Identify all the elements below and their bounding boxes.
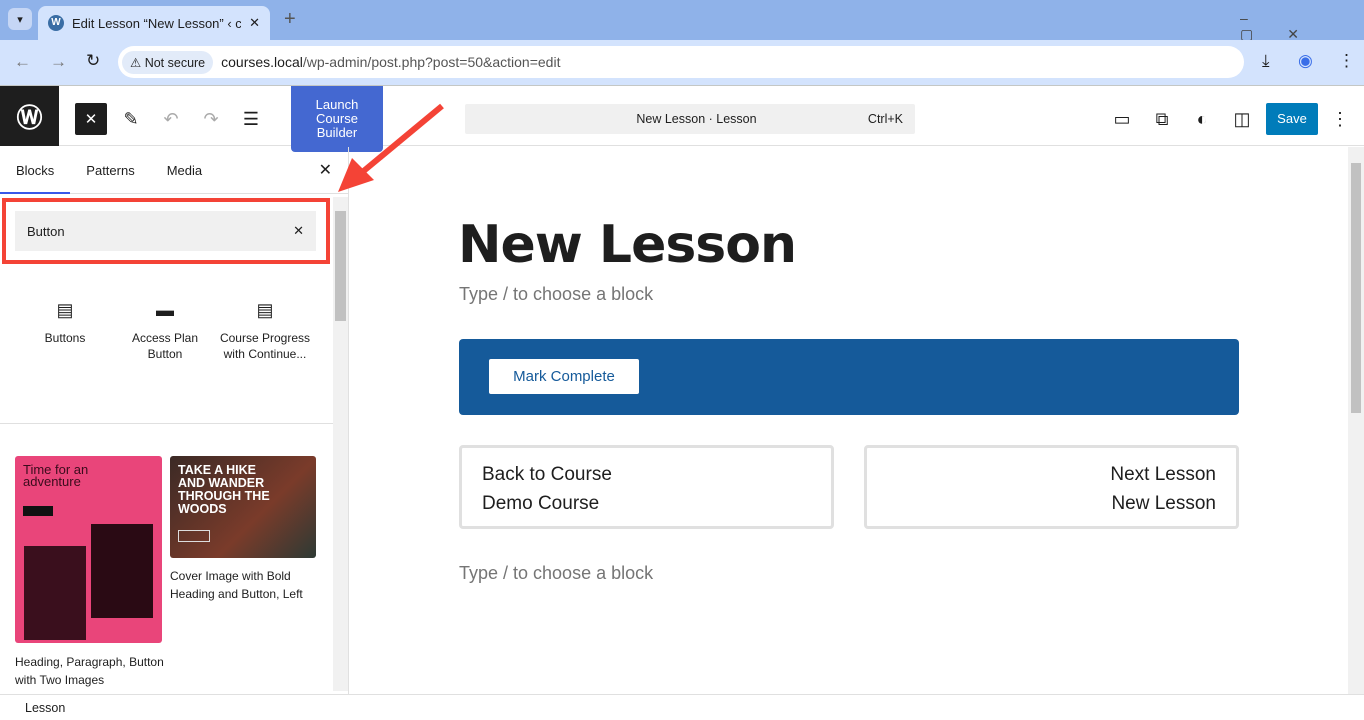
extension-icon[interactable]: ◉ [1298, 51, 1313, 71]
editor-toolbar: Ⓦ ✕ ✎ ↶ ↷ ☰ Launch Course Builder New Le… [0, 86, 1364, 152]
tab-title: Edit Lesson “New Lesson” ‹ cou [72, 15, 242, 31]
nav-title: New Lesson [1111, 493, 1216, 514]
pattern-label: Cover Image with Bold Heading and Button… [170, 569, 303, 601]
close-inserter-icon[interactable]: ✕ [75, 103, 107, 135]
undo-icon[interactable]: ↶ [158, 103, 184, 135]
wordpress-logo-icon[interactable]: Ⓦ [0, 86, 59, 146]
editor-canvas: New Lesson Type / to choose a block Mark… [350, 147, 1348, 694]
window-controls[interactable]: –▢✕ [1240, 10, 1364, 43]
nav-label: Back to Course [482, 464, 612, 485]
pattern-preview-cover[interactable]: TAKE A HIKE AND WANDER THROUGH THE WOODS [170, 456, 316, 558]
save-button[interactable]: Save [1266, 103, 1318, 135]
breadcrumb-item[interactable]: Lesson [25, 701, 65, 715]
security-label: Not secure [144, 55, 206, 70]
pattern-preview-text: Time for an adventure [23, 462, 89, 489]
canvas-scrollbar[interactable] [1348, 147, 1364, 694]
back-icon[interactable]: ← [14, 52, 31, 72]
block-buttons[interactable]: ▤ Buttons [15, 300, 115, 362]
block-label: Access Plan Button [131, 331, 199, 361]
settings-sidebar-icon[interactable]: ◫ [1230, 104, 1254, 134]
command-palette-button[interactable]: New Lesson · Lesson Ctrl+K [465, 104, 915, 134]
external-view-icon[interactable]: ⧉ [1150, 104, 1174, 134]
nav-title: Demo Course [482, 493, 600, 514]
block-placeholder[interactable]: Type / to choose a block [459, 284, 653, 305]
url-host: courses.local [221, 54, 303, 70]
pencil-tools-icon[interactable]: ✎ [118, 103, 144, 135]
shortcut-hint: Ctrl+K [867, 112, 903, 126]
buttons-icon: ▤ [56, 300, 74, 320]
forward-icon[interactable]: → [50, 52, 67, 72]
buttons-icon: ▤ [256, 300, 274, 320]
block-label: Buttons [44, 331, 86, 345]
block-placeholder[interactable]: Type / to choose a block [459, 563, 653, 584]
next-lesson-link[interactable]: Next Lesson New Lesson [864, 445, 1239, 529]
pattern-label: Heading, Paragraph, Button with Two Imag… [15, 655, 164, 687]
nav-label: Next Lesson [1110, 464, 1216, 485]
preview-device-icon[interactable]: ▭ [1110, 104, 1134, 134]
new-tab-icon[interactable]: + [284, 8, 296, 31]
tab-list-icon[interactable]: ▾ [8, 8, 32, 30]
tab-patterns[interactable]: Patterns [70, 147, 150, 194]
redo-icon[interactable]: ↷ [198, 103, 224, 135]
security-chip[interactable]: ⚠ Not secure [122, 50, 214, 74]
options-icon[interactable]: ⋮ [1330, 104, 1350, 134]
back-to-course-link[interactable]: Back to Course Demo Course [459, 445, 834, 529]
clear-search-icon[interactable]: ✕ [293, 223, 304, 239]
menu-icon[interactable]: ⋮ [1338, 51, 1355, 71]
browser-tab[interactable]: W Edit Lesson “New Lesson” ‹ cou ✕ [38, 6, 270, 40]
browser-tab-bar: ▾ W Edit Lesson “New Lesson” ‹ cou ✕ + –… [0, 0, 1364, 43]
lesson-complete-banner: Mark Complete [459, 339, 1239, 415]
block-search-input[interactable]: Button ✕ [15, 211, 316, 251]
button-icon: ▬ [156, 300, 174, 320]
list-view-icon[interactable]: ☰ [238, 103, 264, 135]
tab-blocks[interactable]: Blocks [0, 147, 71, 194]
pattern-preview-text: TAKE A HIKE AND WANDER THROUGH THE WOODS [178, 463, 270, 516]
block-label: Course Progress with Continue... [219, 331, 311, 361]
url-field[interactable]: ⚠ Not secure courses.local/wp-admin/post… [118, 46, 1244, 78]
post-title[interactable]: New Lesson [458, 215, 797, 275]
wordpress-favicon-icon: W [48, 15, 64, 31]
download-icon[interactable]: ⤓ [1262, 51, 1270, 71]
pattern-preview-two-images[interactable]: Time for an adventure [15, 456, 162, 643]
document-title: New Lesson · Lesson [636, 112, 757, 126]
block-course-progress[interactable]: ▤ Course Progress with Continue... [215, 300, 315, 362]
mark-complete-button[interactable]: Mark Complete [489, 359, 639, 394]
sidebar-scrollbar[interactable] [333, 197, 348, 691]
url-path: /wp-admin/post.php?post=50&action=edit [302, 54, 561, 70]
search-value: Button [27, 223, 65, 239]
plugin-icon[interactable]: ◐ [1190, 104, 1214, 134]
tab-media[interactable]: Media [151, 147, 218, 194]
close-tab-icon[interactable]: ✕ [249, 15, 260, 31]
block-breadcrumb: Lesson [0, 694, 1364, 720]
block-access-plan-button[interactable]: ▬ Access Plan Button [115, 300, 215, 362]
block-inserter-panel: Blocks Patterns Media ✕ Button ✕ ▤ Button… [0, 147, 349, 694]
reload-icon[interactable]: ↻ [86, 51, 100, 71]
